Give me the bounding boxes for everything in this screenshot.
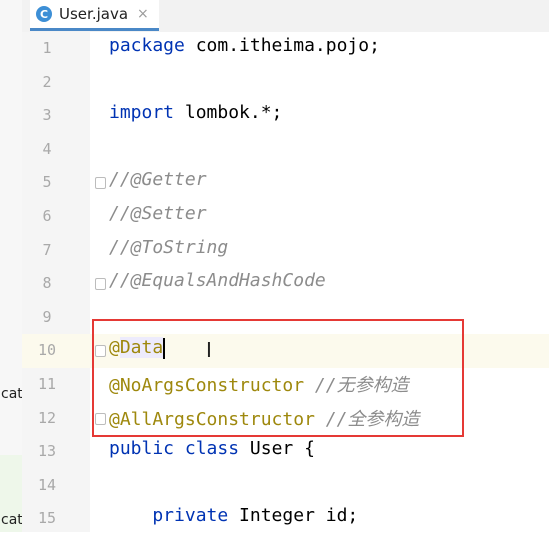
code-text: public class User { bbox=[109, 438, 315, 459]
fold-marker-icon[interactable] bbox=[95, 278, 106, 291]
side-panel-text-2: cat bbox=[1, 512, 23, 528]
side-panel-text-1: cat bbox=[1, 386, 23, 402]
code-token: class bbox=[184, 438, 250, 460]
line-number: 14 bbox=[37, 475, 57, 494]
line-number: 2 bbox=[42, 72, 52, 91]
line-number: 9 bbox=[42, 307, 52, 326]
code-text: //@Setter bbox=[109, 203, 207, 224]
code-token: public bbox=[109, 438, 185, 460]
code-token: Integer id; bbox=[239, 505, 359, 527]
code-text: import lombok.*; bbox=[109, 102, 282, 123]
left-side-panel: cat cat bbox=[0, 0, 23, 532]
line-number: 6 bbox=[42, 207, 52, 225]
code-token: //@Getter bbox=[109, 169, 207, 191]
code-line[interactable]: 5 //@Getter bbox=[22, 166, 549, 200]
code-line[interactable]: 1 package com.itheima.pojo; bbox=[22, 32, 549, 66]
line-number: 4 bbox=[42, 139, 52, 158]
line-number: 8 bbox=[42, 274, 52, 293]
code-token: //@Setter bbox=[109, 203, 207, 224]
line-number: 15 bbox=[37, 509, 57, 528]
code-text: //@ToString bbox=[109, 237, 228, 258]
code-text: package com.itheima.pojo; bbox=[109, 35, 380, 56]
code-line[interactable]: 2 bbox=[22, 66, 549, 100]
line-number: 13 bbox=[37, 442, 57, 461]
text-cursor-icon: I bbox=[206, 338, 212, 362]
code-token: User { bbox=[249, 438, 315, 460]
code-line[interactable]: 13 public class User { bbox=[22, 435, 549, 469]
line-number: 12 bbox=[37, 408, 57, 427]
code-line[interactable]: 3 import lombok.*; bbox=[22, 99, 549, 133]
line-number: 11 bbox=[37, 375, 57, 393]
code-text: private Integer id; bbox=[109, 505, 358, 526]
code-line[interactable]: 15 private Integer id; bbox=[22, 502, 549, 536]
close-icon[interactable]: × bbox=[137, 6, 149, 22]
line-number: 7 bbox=[42, 240, 52, 259]
code-token: lombok.*; bbox=[184, 102, 283, 124]
code-token: //@ToString bbox=[109, 236, 229, 258]
code-line[interactable]: 7 //@ToString bbox=[22, 234, 549, 268]
java-class-icon: C bbox=[36, 6, 52, 22]
fold-marker-icon[interactable] bbox=[95, 177, 106, 190]
code-text: //@EqualsAndHashCode bbox=[109, 270, 326, 291]
editor-tab-bar: C User.java × bbox=[22, 0, 549, 33]
code-token: //@EqualsAndHashCode bbox=[109, 270, 326, 292]
code-line[interactable]: 14 bbox=[22, 469, 549, 503]
code-token: com.itheima.pojo; bbox=[195, 35, 380, 56]
annotation-highlight-box bbox=[92, 319, 464, 437]
tab-user-java[interactable]: C User.java × bbox=[30, 0, 159, 31]
line-number: 1 bbox=[42, 39, 52, 57]
code-line[interactable]: 6 //@Setter bbox=[22, 200, 549, 234]
line-number: 5 bbox=[42, 173, 52, 192]
code-line[interactable]: 4 bbox=[22, 133, 549, 167]
code-line[interactable]: 8 //@EqualsAndHashCode bbox=[22, 267, 549, 301]
code-text: //@Getter bbox=[109, 169, 207, 190]
code-token: package bbox=[109, 35, 196, 56]
line-number: 3 bbox=[42, 106, 52, 125]
line-number: 10 bbox=[37, 341, 57, 360]
code-token: private bbox=[109, 505, 240, 527]
code-token: import bbox=[109, 102, 185, 124]
tab-filename: User.java bbox=[59, 5, 129, 23]
